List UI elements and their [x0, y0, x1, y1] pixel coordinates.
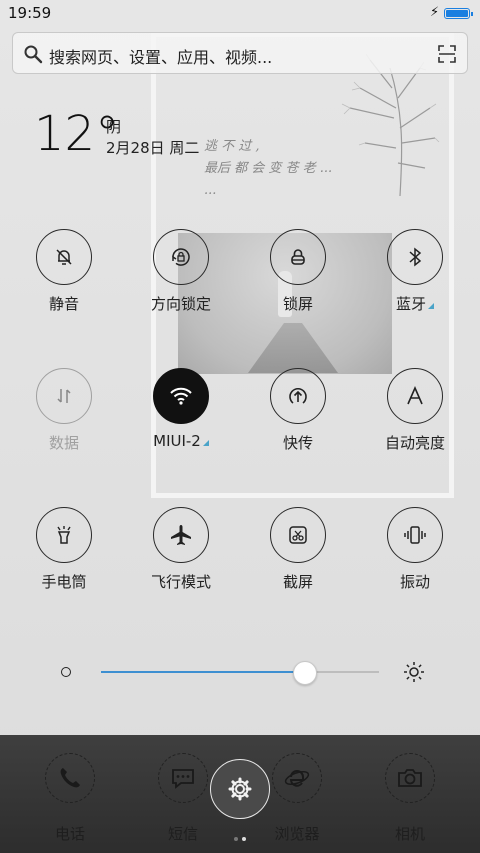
airplane-icon: [153, 507, 209, 563]
wifi-icon: [153, 368, 209, 424]
wallpaper-poem: 逃 不 过 , 最后 都 会 变 苍 老 ... ...: [204, 136, 332, 202]
toggle-label: 数据: [48, 434, 79, 452]
toggle-rotation-lock[interactable]: 方向锁定: [126, 229, 236, 314]
brightness-slider[interactable]: [0, 655, 480, 689]
brightness-fill: [101, 671, 304, 673]
brightness-high-icon: [404, 662, 424, 682]
toggle-label: 飞行模式: [150, 573, 211, 591]
toggle-wifi[interactable]: MIUI-2: [126, 368, 236, 450]
expand-indicator-icon: [202, 440, 209, 446]
browser-icon: [272, 753, 322, 803]
toggle-mute[interactable]: 静音: [9, 229, 119, 314]
toggle-label: 手电筒: [41, 573, 87, 591]
toggle-vibrate[interactable]: 振动: [360, 507, 470, 592]
search-bar[interactable]: 搜索网页、设置、应用、视频...: [12, 32, 468, 74]
toggle-mobile-data[interactable]: 数据: [9, 368, 119, 453]
bluetooth-icon: [387, 229, 443, 285]
brightness-track[interactable]: [101, 661, 379, 685]
dock-app-label: 浏览器: [274, 825, 320, 843]
toggle-airplane[interactable]: 飞行模式: [126, 507, 236, 592]
weather-condition: 阴: [106, 118, 122, 136]
settings-button[interactable]: [210, 759, 270, 819]
auto-brightness-icon: [387, 368, 443, 424]
camera-icon: [385, 753, 435, 803]
vibrate-icon: [387, 507, 443, 563]
phone-icon: [45, 753, 95, 803]
lock-icon: [270, 229, 326, 285]
toggle-quick-transfer[interactable]: 快传: [243, 368, 353, 453]
toggle-label: MIUI-2: [126, 432, 236, 450]
toggle-label: 截屏: [282, 573, 313, 591]
toggle-label: 蓝牙: [360, 293, 470, 314]
dock-app-label: 相机: [394, 825, 425, 843]
toggle-label: 方向锁定: [150, 295, 211, 313]
poem-line-2: 最后 都 会 变 苍 老 ...: [204, 161, 333, 176]
toggle-bluetooth[interactable]: 蓝牙: [360, 229, 470, 314]
toggle-label: 锁屏: [282, 295, 313, 313]
dock-app-label: 电话: [54, 825, 85, 843]
flashlight-icon: [36, 507, 92, 563]
gear-icon: [228, 777, 252, 801]
toggle-flashlight[interactable]: 手电筒: [9, 507, 119, 592]
dock-app-camera[interactable]: 相机: [365, 753, 455, 844]
messages-icon: [158, 753, 208, 803]
status-time: 19:59: [8, 4, 52, 22]
toggle-label: 静音: [48, 295, 79, 313]
status-bar: 19:59 ⚡: [0, 0, 480, 26]
toggle-label: 振动: [399, 573, 430, 591]
scan-icon[interactable]: [437, 44, 457, 64]
toggle-label: 快传: [282, 434, 313, 452]
toggle-screenshot[interactable]: 截屏: [243, 507, 353, 592]
poem-line-3: ...: [204, 183, 217, 198]
mute-bell-icon: [36, 229, 92, 285]
poem-line-1: 逃 不 过 ,: [204, 139, 260, 154]
mobile-data-icon: [36, 368, 92, 424]
toggle-lock-screen[interactable]: 锁屏: [243, 229, 353, 314]
brightness-thumb[interactable]: [292, 661, 317, 685]
toggle-label: 自动亮度: [384, 434, 445, 452]
brightness-low-icon: [61, 667, 71, 677]
quick-transfer-icon: [270, 368, 326, 424]
page-indicator: [232, 826, 248, 845]
toggle-auto-brightness[interactable]: 自动亮度: [360, 368, 470, 453]
screenshot-icon: [270, 507, 326, 563]
battery-icon: [444, 8, 473, 19]
charging-icon: ⚡: [430, 5, 440, 20]
search-placeholder: 搜索网页、设置、应用、视频...: [49, 48, 273, 67]
dock-app-label: 短信: [167, 825, 198, 843]
weather-date: 2月28日 周二: [106, 139, 200, 157]
dock-app-phone[interactable]: 电话: [25, 753, 115, 844]
expand-indicator-icon: [428, 303, 434, 309]
rotation-lock-icon: [153, 229, 209, 285]
search-icon: [24, 45, 43, 64]
